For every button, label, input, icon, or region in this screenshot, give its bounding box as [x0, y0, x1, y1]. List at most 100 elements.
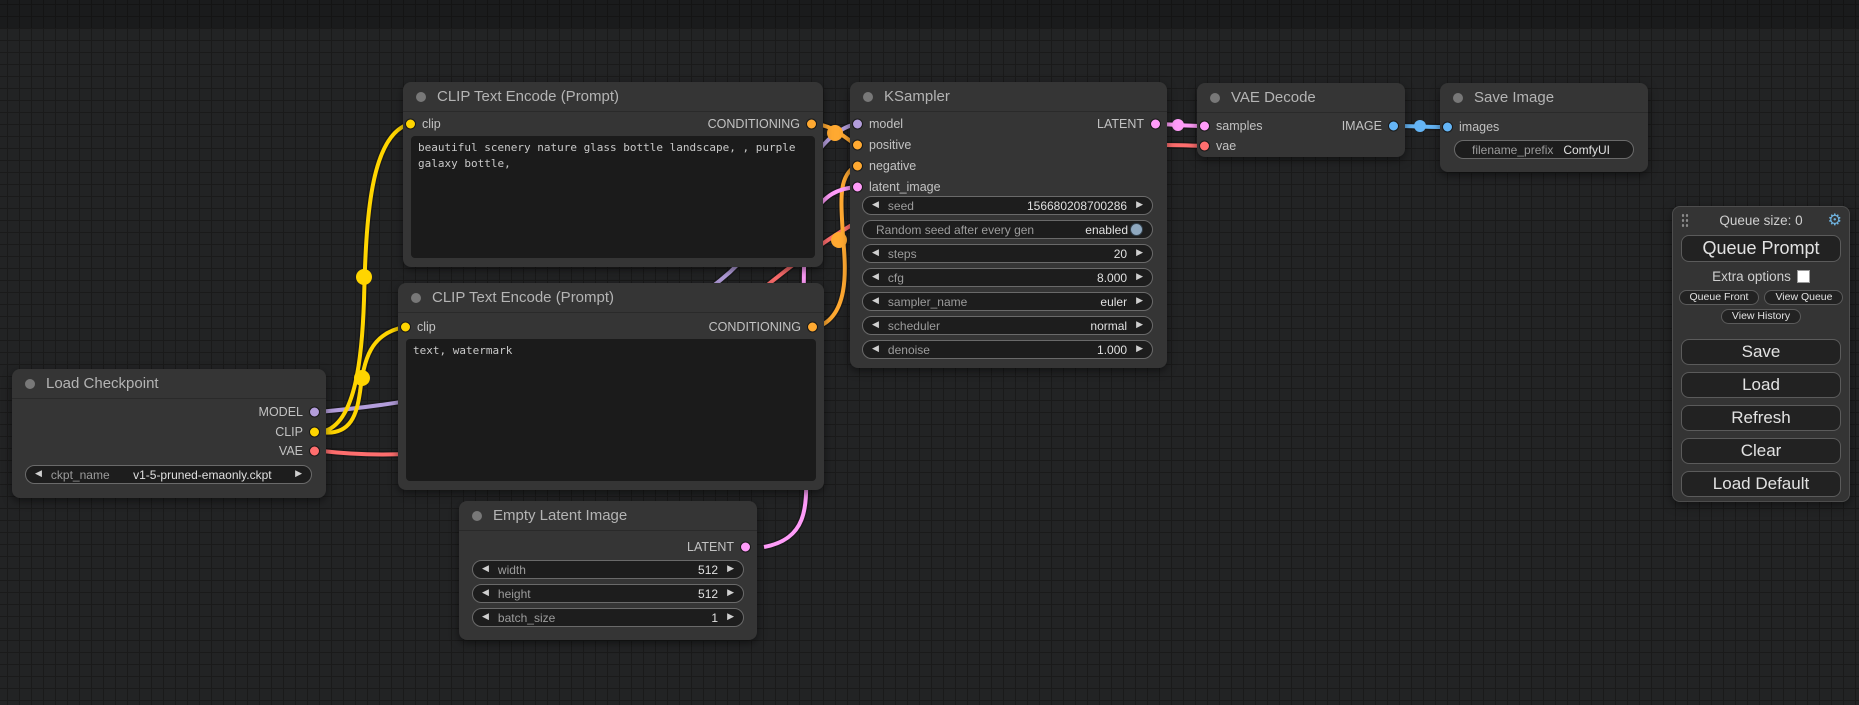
- negative-prompt-textarea[interactable]: text, watermark: [406, 339, 816, 481]
- node-title-bar[interactable]: Load Checkpoint: [12, 369, 326, 399]
- load-button[interactable]: Load: [1681, 372, 1841, 398]
- node-title-bar[interactable]: Empty Latent Image: [459, 501, 757, 531]
- node-clip-text-encode-negative[interactable]: CLIP Text Encode (Prompt) clip CONDITION…: [398, 283, 824, 490]
- settings-gear-icon[interactable]: ⚙: [1828, 210, 1842, 229]
- seed-widget[interactable]: ◀ seed 156680208700286 ▶: [862, 196, 1153, 215]
- next-arrow-icon[interactable]: ▶: [727, 613, 734, 622]
- next-arrow-icon[interactable]: ▶: [1136, 249, 1143, 258]
- view-queue-button[interactable]: View Queue: [1764, 290, 1843, 305]
- steps-widget[interactable]: ◀ steps 20 ▶: [862, 244, 1153, 263]
- clip-input-port[interactable]: [400, 322, 411, 333]
- node-title-bar[interactable]: KSampler: [850, 82, 1167, 112]
- conditioning-output-port[interactable]: [807, 322, 818, 333]
- node-title: Load Checkpoint: [46, 375, 159, 392]
- node-save-image[interactable]: Save Image images filename_prefix ComfyU…: [1440, 83, 1648, 172]
- node-title: KSampler: [884, 88, 950, 105]
- filename-prefix-widget[interactable]: filename_prefix ComfyUI: [1454, 140, 1634, 159]
- latent-image-input-port[interactable]: [852, 182, 863, 193]
- save-button[interactable]: Save: [1681, 339, 1841, 365]
- toggle-knob-icon[interactable]: [1130, 223, 1143, 236]
- collapse-dot-icon[interactable]: [472, 511, 482, 521]
- node-empty-latent-image[interactable]: Empty Latent Image LATENT ◀ width 512 ▶ …: [459, 501, 757, 640]
- next-arrow-icon[interactable]: ▶: [727, 565, 734, 574]
- view-history-button[interactable]: View History: [1721, 309, 1801, 324]
- denoise-widget[interactable]: ◀ denoise 1.000 ▶: [862, 340, 1153, 359]
- latent-output-port[interactable]: [740, 542, 751, 553]
- next-arrow-icon[interactable]: ▶: [295, 470, 302, 479]
- queue-front-button[interactable]: Queue Front: [1679, 290, 1760, 305]
- random-seed-toggle-widget[interactable]: Random seed after every gen enabled: [862, 220, 1153, 239]
- node-title-bar[interactable]: CLIP Text Encode (Prompt): [398, 283, 824, 313]
- next-arrow-icon[interactable]: ▶: [1136, 321, 1143, 330]
- next-arrow-icon[interactable]: ▶: [1136, 201, 1143, 210]
- collapse-dot-icon[interactable]: [1453, 93, 1463, 103]
- node-clip-text-encode-positive[interactable]: CLIP Text Encode (Prompt) clip CONDITION…: [403, 82, 823, 267]
- next-arrow-icon[interactable]: ▶: [1136, 273, 1143, 282]
- positive-input-port[interactable]: [852, 140, 863, 151]
- prev-arrow-icon[interactable]: ◀: [482, 613, 489, 622]
- width-widget[interactable]: ◀ width 512 ▶: [472, 560, 744, 579]
- node-title: Empty Latent Image: [493, 507, 627, 524]
- sampler-name-widget[interactable]: ◀ sampler_name euler ▶: [862, 292, 1153, 311]
- port-row-images: images: [1440, 118, 1648, 136]
- conditioning-output-port[interactable]: [806, 119, 817, 130]
- scheduler-widget[interactable]: ◀ scheduler normal ▶: [862, 316, 1153, 335]
- collapse-dot-icon[interactable]: [1210, 93, 1220, 103]
- node-load-checkpoint[interactable]: Load Checkpoint MODEL CLIP VAE ◀ ckpt_na…: [12, 369, 326, 498]
- collapse-dot-icon[interactable]: [416, 92, 426, 102]
- ckpt-name-widget[interactable]: ◀ ckpt_name v1-5-pruned-emaonly.ckpt ▶: [25, 465, 312, 484]
- port-row-samples: samples IMAGE: [1197, 117, 1405, 135]
- model-output-port[interactable]: [309, 407, 320, 418]
- prev-arrow-icon[interactable]: ◀: [872, 321, 879, 330]
- output-row-model: MODEL: [12, 403, 326, 421]
- vae-output-port[interactable]: [309, 446, 320, 457]
- collapse-dot-icon[interactable]: [411, 293, 421, 303]
- queue-size-label: Queue size: 0: [1673, 213, 1849, 228]
- samples-input-port[interactable]: [1199, 121, 1210, 132]
- batch-size-widget[interactable]: ◀ batch_size 1 ▶: [472, 608, 744, 627]
- next-arrow-icon[interactable]: ▶: [1136, 297, 1143, 306]
- model-input-port[interactable]: [852, 119, 863, 130]
- next-arrow-icon[interactable]: ▶: [1136, 345, 1143, 354]
- prev-arrow-icon[interactable]: ◀: [872, 297, 879, 306]
- prev-arrow-icon[interactable]: ◀: [872, 201, 879, 210]
- drag-handle-icon[interactable]: [1681, 213, 1689, 227]
- output-row-vae: VAE: [12, 442, 326, 460]
- collapse-dot-icon[interactable]: [25, 379, 35, 389]
- queue-prompt-button[interactable]: Queue Prompt: [1681, 235, 1841, 262]
- output-row-clip: CLIP: [12, 423, 326, 441]
- node-title-bar[interactable]: Save Image: [1440, 83, 1648, 113]
- collapse-dot-icon[interactable]: [863, 92, 873, 102]
- load-default-button[interactable]: Load Default: [1681, 471, 1841, 497]
- node-vae-decode[interactable]: VAE Decode samples IMAGE vae: [1197, 83, 1405, 157]
- image-output-port[interactable]: [1388, 121, 1399, 132]
- node-title-bar[interactable]: VAE Decode: [1197, 83, 1405, 113]
- images-input-port[interactable]: [1442, 122, 1453, 133]
- node-title-bar[interactable]: CLIP Text Encode (Prompt): [403, 82, 823, 112]
- prev-arrow-icon[interactable]: ◀: [482, 589, 489, 598]
- clip-input-port[interactable]: [405, 119, 416, 130]
- positive-prompt-textarea[interactable]: beautiful scenery nature glass bottle la…: [411, 136, 815, 258]
- cfg-widget[interactable]: ◀ cfg 8.000 ▶: [862, 268, 1153, 287]
- node-title: CLIP Text Encode (Prompt): [437, 88, 619, 105]
- prev-arrow-icon[interactable]: ◀: [482, 565, 489, 574]
- prev-arrow-icon[interactable]: ◀: [872, 345, 879, 354]
- next-arrow-icon[interactable]: ▶: [727, 589, 734, 598]
- vae-input-port[interactable]: [1199, 141, 1210, 152]
- extra-options-label: Extra options: [1712, 269, 1791, 284]
- port-row: clip CONDITIONING: [403, 115, 823, 133]
- node-title: Save Image: [1474, 89, 1554, 106]
- prev-arrow-icon[interactable]: ◀: [872, 273, 879, 282]
- port-row: clip CONDITIONING: [398, 318, 824, 336]
- clip-output-port[interactable]: [309, 427, 320, 438]
- refresh-button[interactable]: Refresh: [1681, 405, 1841, 431]
- latent-output-port[interactable]: [1150, 119, 1161, 130]
- height-widget[interactable]: ◀ height 512 ▶: [472, 584, 744, 603]
- node-ksampler[interactable]: KSampler model LATENT positive negative …: [850, 82, 1167, 368]
- negative-input-port[interactable]: [852, 161, 863, 172]
- node-title: CLIP Text Encode (Prompt): [432, 289, 614, 306]
- extra-options-checkbox[interactable]: [1797, 270, 1810, 283]
- prev-arrow-icon[interactable]: ◀: [872, 249, 879, 258]
- prev-arrow-icon[interactable]: ◀: [35, 470, 42, 479]
- clear-button[interactable]: Clear: [1681, 438, 1841, 464]
